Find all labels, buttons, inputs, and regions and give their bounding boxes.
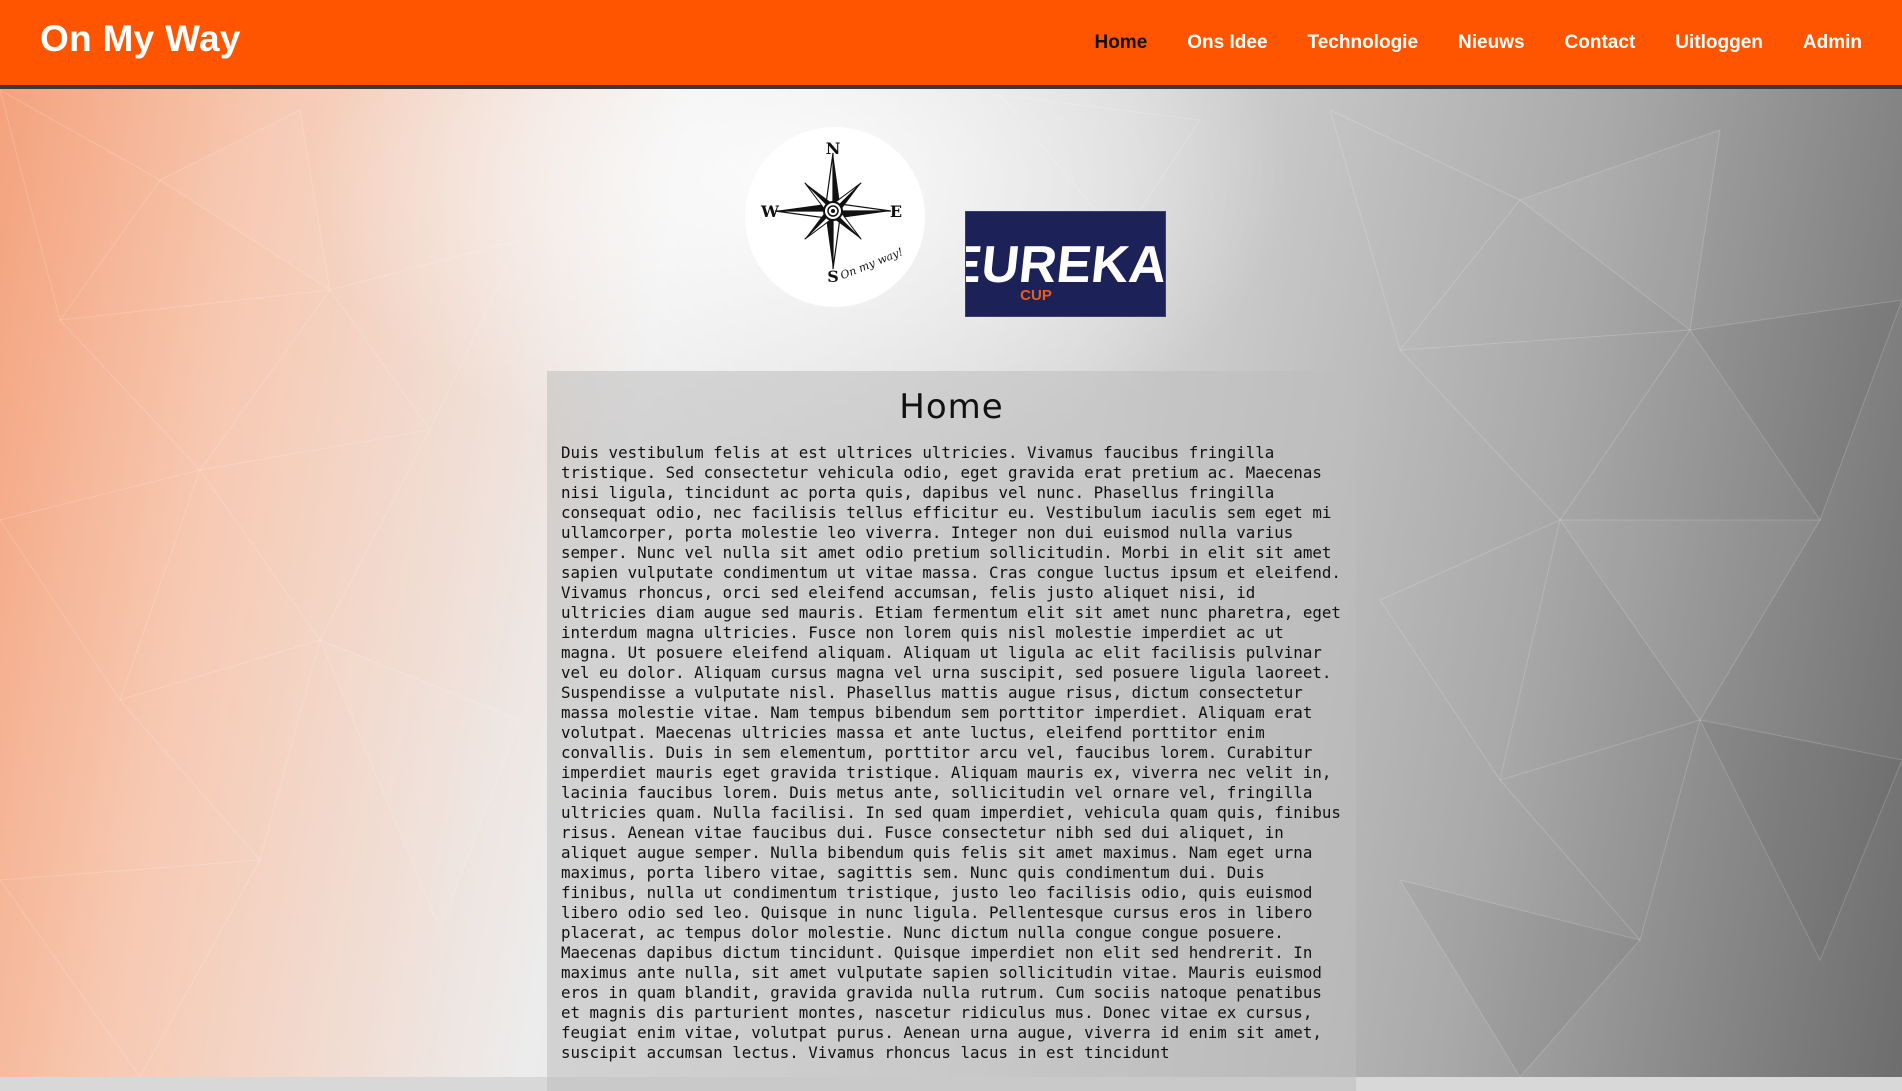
svg-text:S: S xyxy=(827,267,839,286)
svg-text:CUP: CUP xyxy=(1020,287,1052,304)
eureka-cup-logo: EUREKA! CUP xyxy=(965,211,1166,317)
nav-admin[interactable]: Admin xyxy=(1783,32,1862,54)
nav-ons-idee[interactable]: Ons Idee xyxy=(1167,32,1287,54)
nav-technologie[interactable]: Technologie xyxy=(1288,32,1438,54)
nav-home[interactable]: Home xyxy=(1074,32,1167,54)
main-nav: Home Ons Idee Technologie Nieuws Contact… xyxy=(1074,0,1862,85)
page-title: Home xyxy=(899,387,1004,427)
top-navbar: On My Way Home Ons Idee Technologie Nieu… xyxy=(0,0,1902,89)
nav-nieuws[interactable]: Nieuws xyxy=(1438,32,1545,54)
nav-uitloggen[interactable]: Uitloggen xyxy=(1655,32,1783,54)
compass-icon: N E S W On my way! xyxy=(760,139,905,286)
svg-text:EUREKA!: EUREKA! xyxy=(966,236,1165,294)
nav-contact[interactable]: Contact xyxy=(1545,32,1656,54)
svg-text:W: W xyxy=(760,202,780,221)
eureka-icon: EUREKA! CUP xyxy=(966,236,1165,304)
content-panel: Home Duis vestibulum felis at est ultric… xyxy=(547,371,1356,1091)
svg-text:N: N xyxy=(826,139,841,158)
body-text: Duis vestibulum felis at est ultrices ul… xyxy=(561,443,1341,1062)
brand-logo-link[interactable]: On My Way xyxy=(40,18,241,60)
svg-text:E: E xyxy=(890,202,902,221)
svg-text:On my way!: On my way! xyxy=(838,245,904,282)
on-my-way-compass-logo: N E S W On my way! xyxy=(745,127,925,307)
